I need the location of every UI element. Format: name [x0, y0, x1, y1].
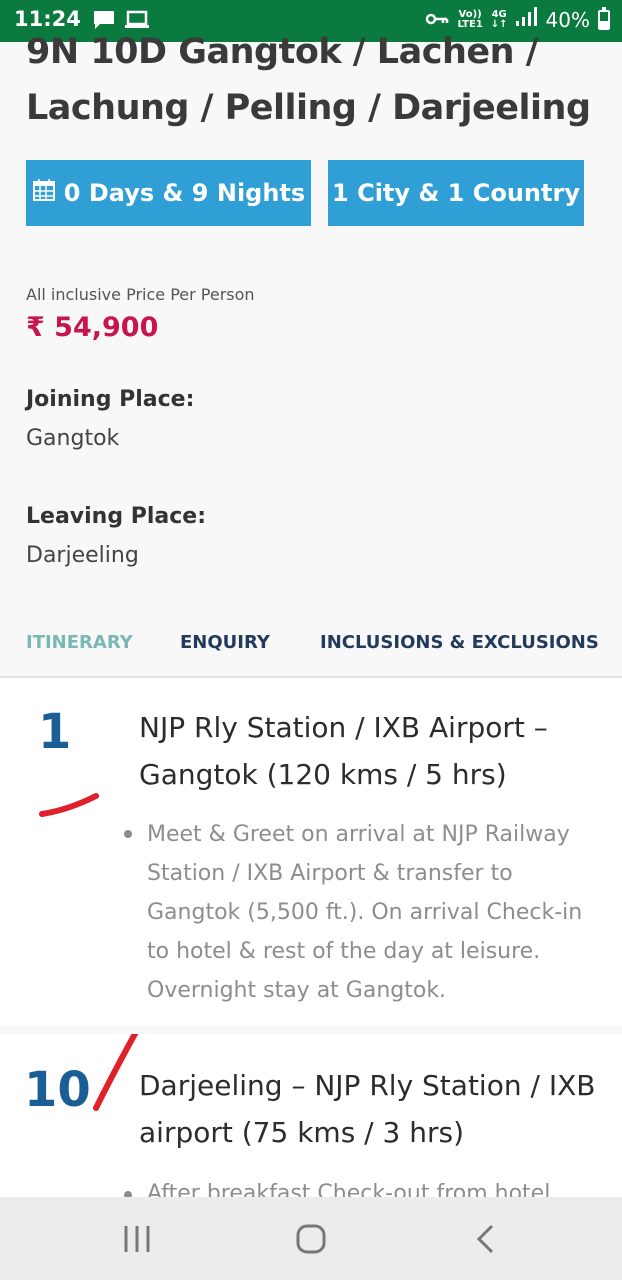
back-icon[interactable] — [472, 1223, 500, 1259]
day-description: After breakfast Check-out from hotel — [147, 1181, 551, 1197]
calendar-icon — [32, 178, 56, 208]
day-title: Darjeeling – NJP Rly Station / IXB airpo… — [139, 1069, 596, 1149]
red-slash-annotation — [93, 1034, 139, 1111]
system-navigation-bar — [0, 1197, 622, 1280]
leaving-place-value: Darjeeling — [26, 543, 139, 568]
cities-button[interactable]: 1 City & 1 Country — [328, 160, 584, 226]
duration-label: 0 Days & 9 Nights — [63, 179, 306, 207]
tab-inclusions-exclusions[interactable]: INCLUSIONS & EXCLUSIONS — [320, 632, 599, 653]
itinerary-day-card: 1 NJP Rly Station / IXB Airport – Gangto… — [0, 678, 622, 1026]
cities-label: 1 City & 1 Country — [332, 179, 580, 207]
joining-place-value: Gangtok — [26, 426, 120, 451]
day-description: Meet & Greet on arrival at NJP Railway S… — [147, 822, 583, 1003]
home-icon[interactable] — [295, 1223, 327, 1259]
leaving-place-label: Leaving Place: — [26, 504, 207, 529]
price-value: ₹ 54,900 — [26, 312, 159, 343]
package-title: 9N 10D Gangtok / Lachen / Lachung / Pell… — [26, 32, 591, 128]
volte-label: Vo)) — [458, 8, 482, 20]
tab-bar: ITINERARY ENQUIRY INCLUSIONS & EXCLUSION… — [0, 632, 622, 676]
tab-itinerary[interactable]: ITINERARY — [26, 632, 133, 653]
joining-place-label: Joining Place: — [26, 387, 195, 412]
recent-apps-icon[interactable] — [122, 1224, 152, 1258]
day-number: 10 — [24, 1062, 91, 1118]
price-label: All inclusive Price Per Person — [26, 285, 255, 304]
tab-enquiry[interactable]: ENQUIRY — [180, 632, 270, 653]
day-title: NJP Rly Station / IXB Airport – Gangtok … — [139, 711, 548, 791]
red-underline-annotation — [39, 793, 99, 817]
day-number: 1 — [38, 704, 72, 760]
duration-button[interactable]: 0 Days & 9 Nights — [26, 160, 311, 226]
itinerary-day-card: 10 Darjeeling – NJP Rly Station / IXB ai… — [0, 1034, 622, 1197]
network-label: 4G — [491, 8, 507, 20]
bullet-icon — [124, 830, 132, 838]
